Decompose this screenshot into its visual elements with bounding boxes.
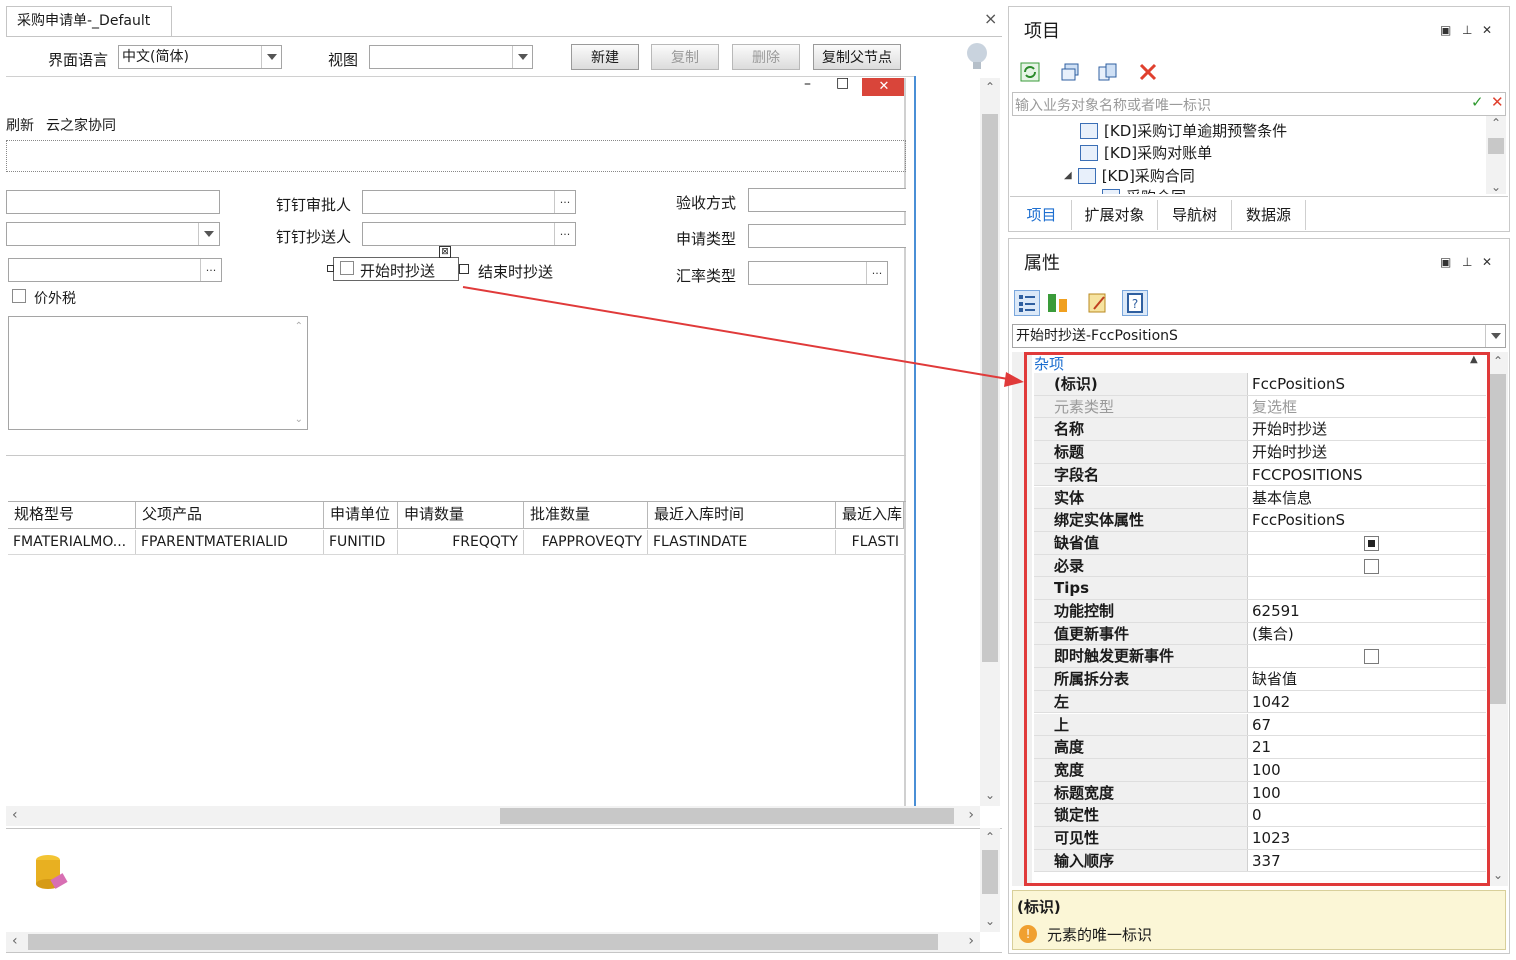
- annotation-arrow: [462, 286, 1024, 387]
